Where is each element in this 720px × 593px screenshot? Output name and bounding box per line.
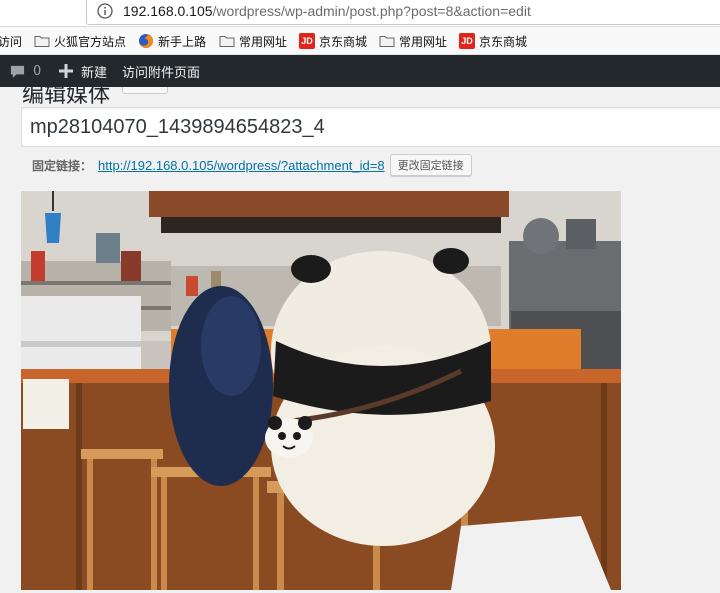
comments-menu-top[interactable]: 0 xyxy=(10,55,41,87)
jd-icon: JD xyxy=(459,33,475,49)
title-input[interactable] xyxy=(22,108,718,146)
bookmark-firefox-official[interactable]: 火狐官方站点 xyxy=(34,32,126,50)
bookmarks-bar: 访问 火狐官方站点 新手上路 常用网址 JD 京东商城 常用网址 JD 京东商城 xyxy=(0,27,720,55)
view-attachment-label: 访问附件页面 xyxy=(122,65,201,81)
change-permalink-button[interactable]: 更改固定链接 xyxy=(389,154,472,176)
bookmark-label: 常用网址 xyxy=(399,34,448,49)
folder-icon xyxy=(34,36,50,47)
comment-icon xyxy=(10,65,25,78)
info-icon[interactable] xyxy=(97,3,113,19)
bookmark-getting-started[interactable]: 新手上路 xyxy=(138,32,206,50)
bookmark-label: 火狐官方站点 xyxy=(54,34,127,49)
plus-icon xyxy=(59,64,73,78)
bookmark-common-sites[interactable]: 常用网址 xyxy=(219,32,287,50)
url-text[interactable]: 192.168.0.105/wordpress/wp-admin/post.ph… xyxy=(123,3,531,19)
bookmark-jd-mall[interactable]: JD 京东商城 xyxy=(299,32,367,50)
comments-count: 0 xyxy=(33,63,42,79)
attachment-photo xyxy=(21,191,621,590)
bookmark-jd-mall-2[interactable]: JD 京东商城 xyxy=(459,32,527,50)
bookmark-label: 访问 xyxy=(0,34,23,49)
bookmark-visit[interactable]: 访问 xyxy=(0,32,22,50)
permalink-row: 固定链接： http://192.168.0.105/wordpress/?at… xyxy=(32,153,472,177)
folder-icon xyxy=(219,36,235,47)
new-content-menu-top[interactable]: 新建 xyxy=(59,55,107,87)
bookmark-label: 新手上路 xyxy=(158,34,207,49)
folder-icon xyxy=(379,36,395,47)
bookmark-label: 京东商城 xyxy=(319,34,368,49)
title-field-wrap xyxy=(21,107,720,147)
bookmark-label: 常用网址 xyxy=(239,34,288,49)
permalink-label: 固定链接： xyxy=(32,158,93,173)
url-field[interactable]: 192.168.0.105/wordpress/wp-admin/post.ph… xyxy=(86,0,720,25)
bookmark-label: 京东商城 xyxy=(479,34,528,49)
view-attachment-link-top[interactable]: 访问附件页面 xyxy=(122,55,200,87)
bookmark-common-sites-2[interactable]: 常用网址 xyxy=(379,32,447,50)
url-host: 192.168.0.105 xyxy=(123,3,213,19)
firefox-icon xyxy=(139,33,154,48)
jd-icon: JD xyxy=(299,33,315,49)
permalink-url[interactable]: http://192.168.0.105/wordpress/?attachme… xyxy=(98,158,385,173)
browser-address-bar: 192.168.0.105/wordpress/wp-admin/post.ph… xyxy=(0,0,720,27)
url-path: /wordpress/wp-admin/post.php?post=8&acti… xyxy=(212,3,531,19)
attachment-image xyxy=(21,191,621,590)
new-label: 新建 xyxy=(81,65,108,81)
